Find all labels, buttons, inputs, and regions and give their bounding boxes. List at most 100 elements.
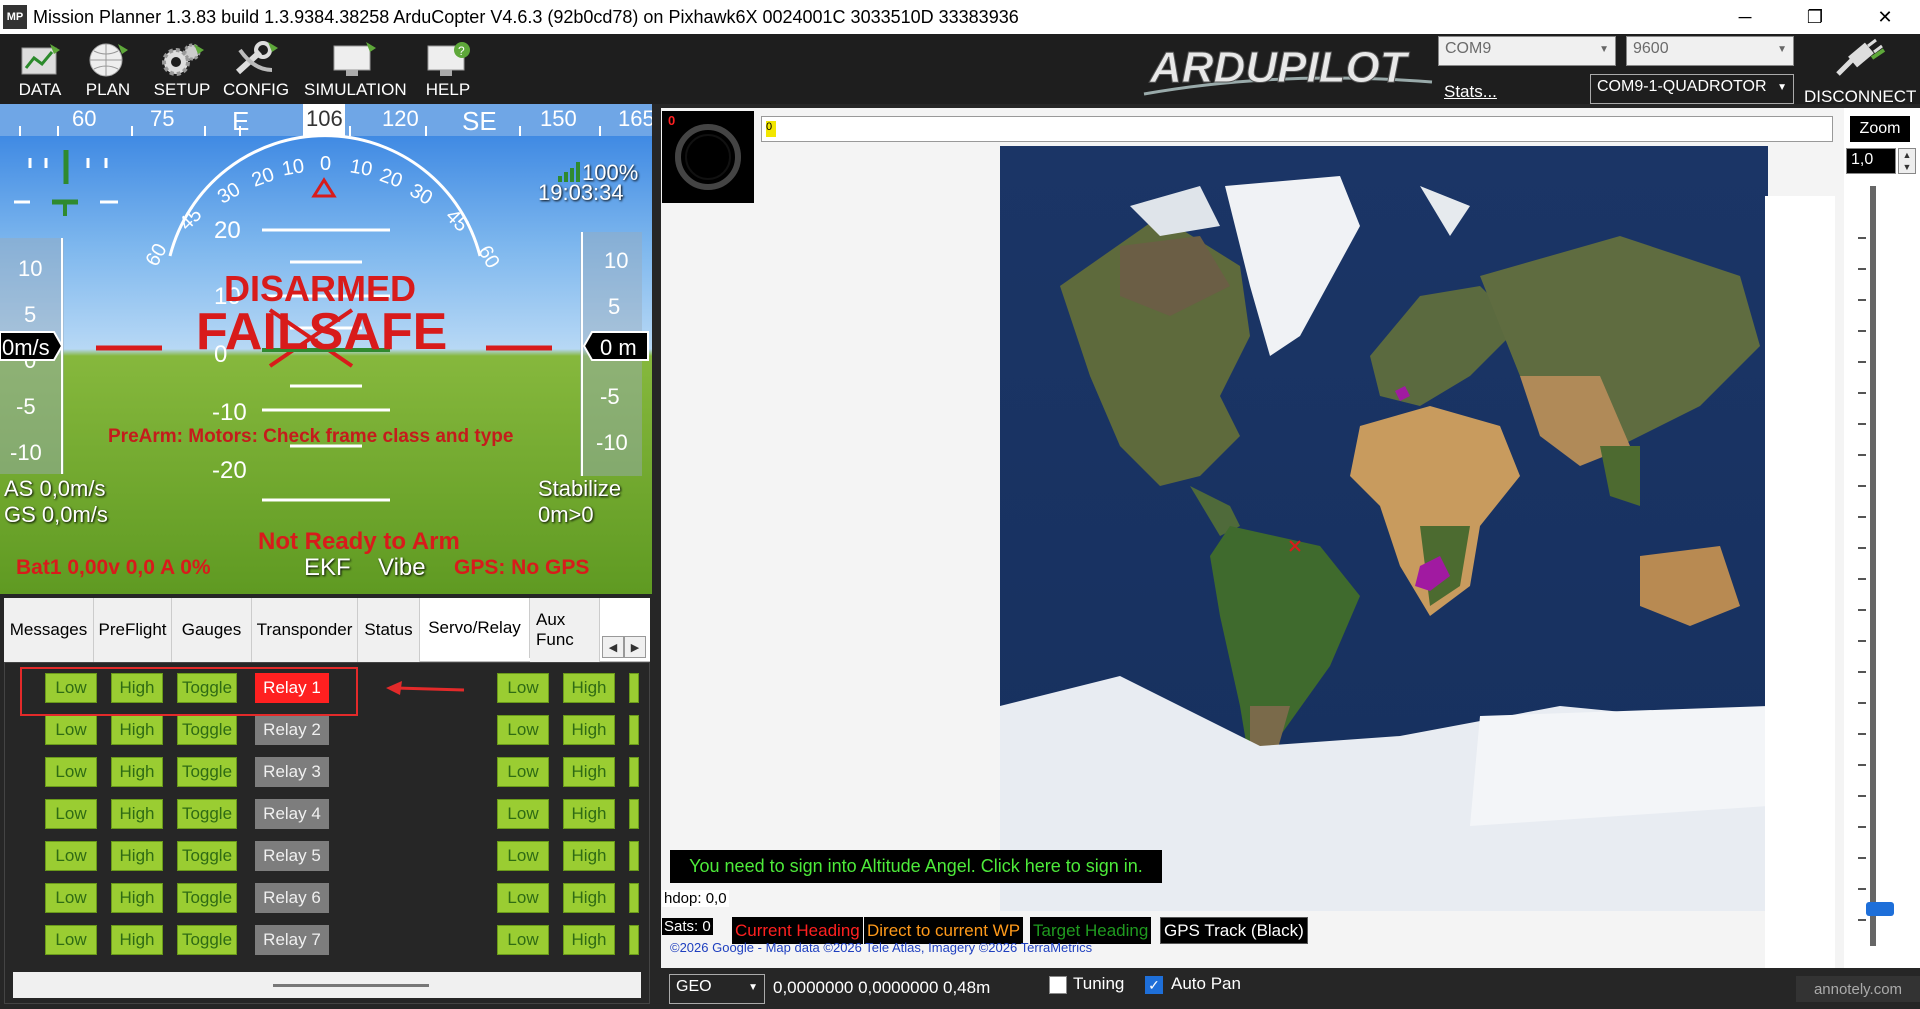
relay-6-high-button[interactable]: High (111, 883, 163, 913)
not-ready-label: Not Ready to Arm (258, 528, 460, 555)
tab-servo-relay[interactable]: Servo/Relay (420, 598, 530, 658)
disconnect-button[interactable]: DISCONNECT (1804, 38, 1916, 106)
relay-7-high-button[interactable]: High (111, 925, 163, 955)
relay-3-toggle-button[interactable]: Toggle (177, 757, 237, 787)
relay-6-toggle-button[interactable]: Toggle (177, 883, 237, 913)
zoom-slider-thumb[interactable] (1866, 902, 1894, 916)
menu-setup-label: SETUP (153, 80, 211, 99)
relay-3-high-button[interactable]: High (111, 757, 163, 787)
baud-select[interactable]: 9600 ▼ (1626, 36, 1794, 66)
servo-high-button[interactable]: High (563, 757, 615, 787)
relay-4-high-button[interactable]: High (111, 799, 163, 829)
restore-button[interactable]: ❐ (1780, 0, 1850, 34)
roll-tick: 0 (320, 153, 331, 175)
relay-5-high-button[interactable]: High (111, 841, 163, 871)
relay-2-label[interactable]: Relay 2 (255, 715, 329, 745)
servo-high-button[interactable]: High (563, 673, 615, 703)
autopan-checkbox[interactable]: ✓ (1145, 976, 1163, 994)
menu-simulation-label: SIMULATION (304, 80, 407, 99)
map-view[interactable] (661, 108, 1844, 968)
coord-type-select[interactable]: GEO ▼ (669, 974, 765, 1004)
servo-toggle-button[interactable] (629, 799, 639, 829)
altitude-angel-banner[interactable]: You need to sign into Altitude Angel. Cl… (670, 850, 1162, 883)
menu-help-button[interactable]: ? HELP (408, 36, 488, 102)
chevron-down-icon: ▼ (1777, 82, 1787, 93)
menu-setup-button[interactable]: SETUP (142, 36, 222, 102)
servo-high-button[interactable]: High (563, 883, 615, 913)
chevron-down-icon: ▼ (1777, 44, 1787, 55)
servo-low-button[interactable]: Low (497, 883, 549, 913)
sats-value: Sats: 0 (662, 918, 713, 935)
port-select[interactable]: COM9 ▼ (1438, 36, 1616, 66)
close-button[interactable]: ✕ (1850, 0, 1920, 34)
servo-low-button[interactable]: Low (497, 715, 549, 745)
relay-2-toggle-button[interactable]: Toggle (177, 715, 237, 745)
relay-4-toggle-button[interactable]: Toggle (177, 799, 237, 829)
plug-icon (1836, 38, 1886, 76)
zoom-value[interactable]: 1,0 (1846, 148, 1896, 174)
servo-high-button[interactable]: High (563, 715, 615, 745)
servo-high-button[interactable]: High (563, 925, 615, 955)
heading-tick: 60 (72, 106, 96, 131)
tab-aux-func[interactable]: Aux Func (530, 598, 600, 662)
servo-low-button[interactable]: Low (497, 757, 549, 787)
relay-2-low-button[interactable]: Low (45, 715, 97, 745)
tab-status[interactable]: Status (358, 598, 420, 662)
profile-select[interactable]: COM9-1-QUADROTOR ▼ (1590, 74, 1794, 104)
servo-low-button[interactable]: Low (497, 841, 549, 871)
stats-link[interactable]: Stats... (1444, 82, 1497, 102)
tab-scroll-right-icon[interactable]: ▶ (624, 636, 646, 658)
speed-tick: 10 (18, 256, 42, 281)
battery-status: Bat1 0,00v 0,0 A 0% (16, 556, 211, 579)
monitor-icon (333, 42, 376, 76)
relay-7-label[interactable]: Relay 7 (255, 925, 329, 955)
menu-config-button[interactable]: CONFIG (216, 36, 296, 102)
satellite-map[interactable] (1000, 146, 1768, 911)
relay-7-toggle-button[interactable]: Toggle (177, 925, 237, 955)
servo-toggle-button[interactable] (629, 673, 639, 703)
servo-low-button[interactable]: Low (497, 799, 549, 829)
relay-6-low-button[interactable]: Low (45, 883, 97, 913)
relay-2-high-button[interactable]: High (111, 715, 163, 745)
relay-5-toggle-button[interactable]: Toggle (177, 841, 237, 871)
relay-4-low-button[interactable]: Low (45, 799, 97, 829)
tab-gauges[interactable]: Gauges (172, 598, 252, 662)
zoom-slider-track[interactable] (1870, 186, 1876, 946)
relay-3-low-button[interactable]: Low (45, 757, 97, 787)
servo-low-button[interactable]: Low (497, 673, 549, 703)
chevron-down-icon: ▼ (748, 982, 758, 993)
servo-toggle-button[interactable] (629, 715, 639, 745)
roll-tick: 30 (406, 179, 436, 209)
minimize-button[interactable]: ─ (1710, 0, 1780, 34)
relay-7-low-button[interactable]: Low (45, 925, 97, 955)
servo-high-button[interactable]: High (563, 799, 615, 829)
servo-toggle-button[interactable] (629, 757, 639, 787)
servo-low-button[interactable]: Low (497, 925, 549, 955)
servo-toggle-button[interactable] (629, 925, 639, 955)
wrench-icon (235, 41, 278, 75)
relay-4-label[interactable]: Relay 4 (255, 799, 329, 829)
tab-transponder[interactable]: Transponder (252, 598, 358, 662)
prearm-message: PreArm: Motors: Check frame class and ty… (108, 426, 514, 447)
scrollbar-thumb[interactable] (273, 984, 429, 987)
alt-tick: -5 (600, 384, 620, 409)
relay-6-label[interactable]: Relay 6 (255, 883, 329, 913)
tab-messages[interactable]: Messages (4, 598, 94, 662)
roll-tick: 20 (249, 163, 277, 191)
menu-plan-button[interactable]: PLAN (68, 36, 148, 102)
tab-scroll-left-icon[interactable]: ◀ (602, 636, 624, 658)
relay-5-low-button[interactable]: Low (45, 841, 97, 871)
servo-high-button[interactable]: High (563, 841, 615, 871)
servo-toggle-button[interactable] (629, 883, 639, 913)
vibe-indicator[interactable]: Vibe (378, 554, 426, 582)
tab-preflight[interactable]: PreFlight (94, 598, 172, 662)
ekf-indicator[interactable]: EKF (304, 554, 351, 582)
horizontal-scrollbar[interactable] (13, 972, 641, 998)
relay-5-label[interactable]: Relay 5 (255, 841, 329, 871)
roll-tick: 60 (141, 240, 171, 270)
menu-simulation-button[interactable]: SIMULATION (304, 36, 407, 102)
zoom-spinner-icon[interactable]: ▲ ▼ (1898, 148, 1916, 174)
tuning-checkbox[interactable] (1049, 976, 1067, 994)
servo-toggle-button[interactable] (629, 841, 639, 871)
relay-3-label[interactable]: Relay 3 (255, 757, 329, 787)
